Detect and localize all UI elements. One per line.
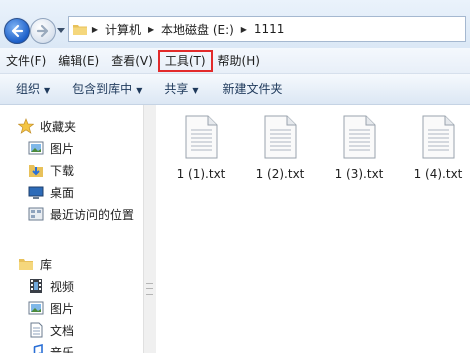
address-field[interactable]: ▶ 计算机 ▶ 本地磁盘 (E:) ▶ 1111	[68, 16, 466, 42]
nav-favorites-recent-places-label: 最近访问的位置	[50, 207, 135, 222]
organize-label: 组织	[16, 82, 41, 96]
nav-favorites-downloads[interactable]: 下载	[28, 159, 74, 181]
file-name: 1 (2).txt	[255, 167, 305, 181]
file-item[interactable]: 1 (3).txt	[324, 115, 394, 189]
breadcrumb-separator-icon[interactable]: ▶	[238, 25, 250, 34]
menu-bar: 文件(F) 编辑(E) 查看(V) 工具(T) 帮助(H)	[0, 48, 470, 74]
text-file-icon	[343, 115, 376, 159]
nav-libraries-pictures[interactable]: 图片	[28, 297, 74, 319]
star-icon	[18, 118, 34, 134]
file-name: 1 (4).txt	[413, 167, 463, 181]
scrollbar-grip[interactable]	[146, 283, 153, 295]
include-in-library-button[interactable]: 包含到库中 ▼	[64, 78, 150, 100]
nav-favorites-downloads-label: 下载	[50, 163, 75, 178]
menu-edit[interactable]: 编辑(E)	[52, 51, 105, 71]
videos-icon	[30, 279, 42, 293]
nav-favorites-label: 收藏夹	[40, 119, 77, 134]
include-in-library-label: 包含到库中	[72, 82, 133, 96]
text-file-icon	[185, 115, 218, 159]
nav-favorites-pictures[interactable]: 图片	[28, 137, 74, 159]
chevron-down-icon: ▼	[192, 86, 199, 95]
file-list: 1 (1).txt 1 (2).txt 1 (3).txt 1 (4).txt	[156, 105, 470, 353]
breadcrumb-computer[interactable]: 计算机	[101, 21, 145, 38]
file-item[interactable]: 1 (4).txt	[403, 115, 470, 189]
menu-view[interactable]: 查看(V)	[105, 51, 159, 71]
share-label: 共享	[164, 82, 189, 96]
downloads-icon	[29, 165, 43, 177]
file-name: 1 (1).txt	[176, 167, 226, 181]
nav-libraries-music-label: 音乐	[50, 345, 75, 353]
nav-favorites[interactable]: 收藏夹	[18, 115, 76, 137]
nav-libraries-music[interactable]: 音乐	[28, 341, 74, 353]
folder-icon	[73, 25, 87, 35]
nav-favorites-desktop-label: 桌面	[50, 185, 75, 200]
nav-libraries-documents-label: 文档	[50, 323, 75, 338]
file-name: 1 (3).txt	[334, 167, 384, 181]
pictures-icon	[28, 301, 44, 315]
menu-tools[interactable]: 工具(T)	[157, 49, 213, 72]
file-item[interactable]: 1 (1).txt	[166, 115, 236, 189]
file-item[interactable]: 1 (2).txt	[245, 115, 315, 189]
pictures-icon	[28, 141, 44, 155]
nav-libraries-videos[interactable]: 视频	[28, 275, 74, 297]
back-arrow-icon	[11, 24, 24, 38]
organize-button[interactable]: 组织 ▼	[8, 78, 58, 100]
navigation-pane-scrollbar[interactable]	[143, 105, 156, 353]
breadcrumb-folder-1111[interactable]: 1111	[250, 22, 289, 36]
forward-button[interactable]	[30, 18, 56, 44]
text-file-icon	[264, 115, 297, 159]
nav-libraries-pictures-label: 图片	[50, 301, 75, 316]
address-bar-area: ▶ 计算机 ▶ 本地磁盘 (E:) ▶ 1111	[0, 0, 470, 48]
command-toolbar: 组织 ▼ 包含到库中 ▼ 共享 ▼ 新建文件夹	[0, 74, 470, 105]
nav-libraries[interactable]: 库	[18, 253, 52, 275]
nav-favorites-recent-places[interactable]: 最近访问的位置	[28, 203, 134, 225]
text-file-icon	[422, 115, 455, 159]
desktop-icon	[28, 186, 44, 199]
menu-file[interactable]: 文件(F)	[0, 51, 52, 71]
breadcrumb-separator-icon[interactable]: ▶	[145, 25, 157, 34]
music-icon	[33, 344, 43, 353]
new-folder-button[interactable]: 新建文件夹	[215, 78, 291, 100]
nav-favorites-desktop[interactable]: 桌面	[28, 181, 74, 203]
breadcrumb-drive-e[interactable]: 本地磁盘 (E:)	[157, 21, 238, 38]
libraries-icon	[19, 259, 33, 270]
recent-places-icon	[28, 207, 44, 221]
documents-icon	[30, 322, 43, 338]
recent-pages-dropdown-icon[interactable]	[57, 26, 65, 34]
chevron-down-icon: ▼	[136, 86, 143, 95]
chevron-down-icon: ▼	[44, 86, 51, 95]
nav-libraries-documents[interactable]: 文档	[28, 319, 74, 341]
share-button[interactable]: 共享 ▼	[156, 78, 206, 100]
nav-favorites-pictures-label: 图片	[50, 141, 75, 156]
breadcrumb-separator-icon[interactable]: ▶	[89, 25, 101, 34]
back-button[interactable]	[4, 18, 30, 44]
navigation-pane: 收藏夹 图片 下载 桌面 最近访问的位置 库 视频 图片 文档 音乐	[0, 105, 143, 353]
nav-libraries-videos-label: 视频	[50, 279, 75, 294]
menu-help[interactable]: 帮助(H)	[212, 51, 266, 71]
forward-arrow-icon	[36, 24, 49, 38]
nav-libraries-label: 库	[40, 257, 53, 272]
